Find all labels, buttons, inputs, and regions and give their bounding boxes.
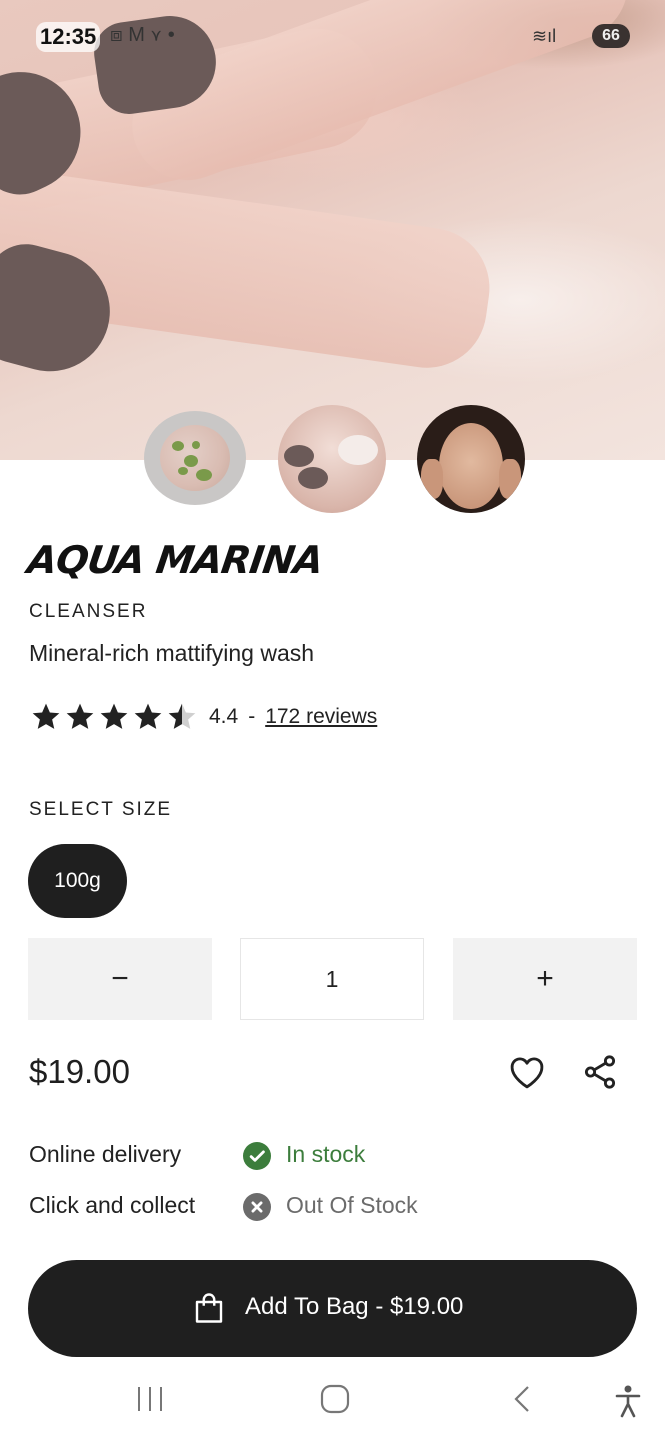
- notification-icons: ⧈ M ⋎ •: [110, 24, 175, 46]
- add-to-bag-label: Add To Bag - $19.00: [245, 1293, 464, 1320]
- gallery-thumb-1[interactable]: [144, 411, 246, 505]
- home-icon[interactable]: [320, 1384, 350, 1414]
- gallery-thumb-2[interactable]: [278, 405, 386, 513]
- product-price: $19.00: [29, 1053, 130, 1090]
- signal-icon: ≋ıl: [532, 26, 557, 46]
- check-circle-icon: [243, 1142, 271, 1170]
- size-label: SELECT SIZE: [29, 799, 173, 820]
- gallery-thumb-3[interactable]: [417, 405, 525, 513]
- battery-indicator: 66: [592, 24, 630, 48]
- online-delivery-label: Online delivery: [29, 1141, 182, 1167]
- star-icon: [32, 703, 60, 729]
- rating-row: 4.4 - 172 reviews: [29, 701, 377, 733]
- star-icon: [100, 703, 128, 729]
- x-circle-icon: [243, 1193, 271, 1221]
- star-icon: [66, 703, 94, 729]
- add-to-bag-button[interactable]: Add To Bag - $19.00: [28, 1260, 637, 1357]
- status-bar: 12:35 ⧈ M ⋎ • ≋ıl 66: [0, 0, 665, 70]
- reviews-link[interactable]: 172 reviews: [265, 705, 377, 729]
- click-collect-status: Out Of Stock: [286, 1192, 418, 1218]
- quantity-decrease-button[interactable]: −: [28, 938, 212, 1020]
- system-navigation-bar: [0, 1370, 665, 1440]
- size-option-100g[interactable]: 100g: [28, 844, 127, 918]
- quantity-increase-button[interactable]: +: [453, 938, 637, 1020]
- product-title: AQUA MARINA: [24, 538, 326, 582]
- recent-apps-icon[interactable]: [135, 1384, 165, 1414]
- click-collect-label: Click and collect: [29, 1192, 196, 1218]
- product-category: CLEANSER: [29, 601, 148, 622]
- share-icon[interactable]: [581, 1052, 619, 1092]
- accessibility-icon[interactable]: [614, 1384, 642, 1418]
- rating-separator: -: [248, 705, 256, 728]
- star-icon: [134, 703, 162, 729]
- heart-icon[interactable]: [505, 1051, 549, 1093]
- rating-value: 4.4: [209, 705, 239, 728]
- status-time: 12:35: [36, 22, 101, 52]
- product-description: Mineral-rich mattifying wash: [29, 640, 315, 666]
- back-icon[interactable]: [510, 1384, 534, 1414]
- half-star-icon: [168, 703, 196, 729]
- shopping-bag-icon: [195, 1293, 223, 1323]
- online-delivery-status: In stock: [286, 1141, 366, 1167]
- quantity-input[interactable]: 1: [240, 938, 424, 1020]
